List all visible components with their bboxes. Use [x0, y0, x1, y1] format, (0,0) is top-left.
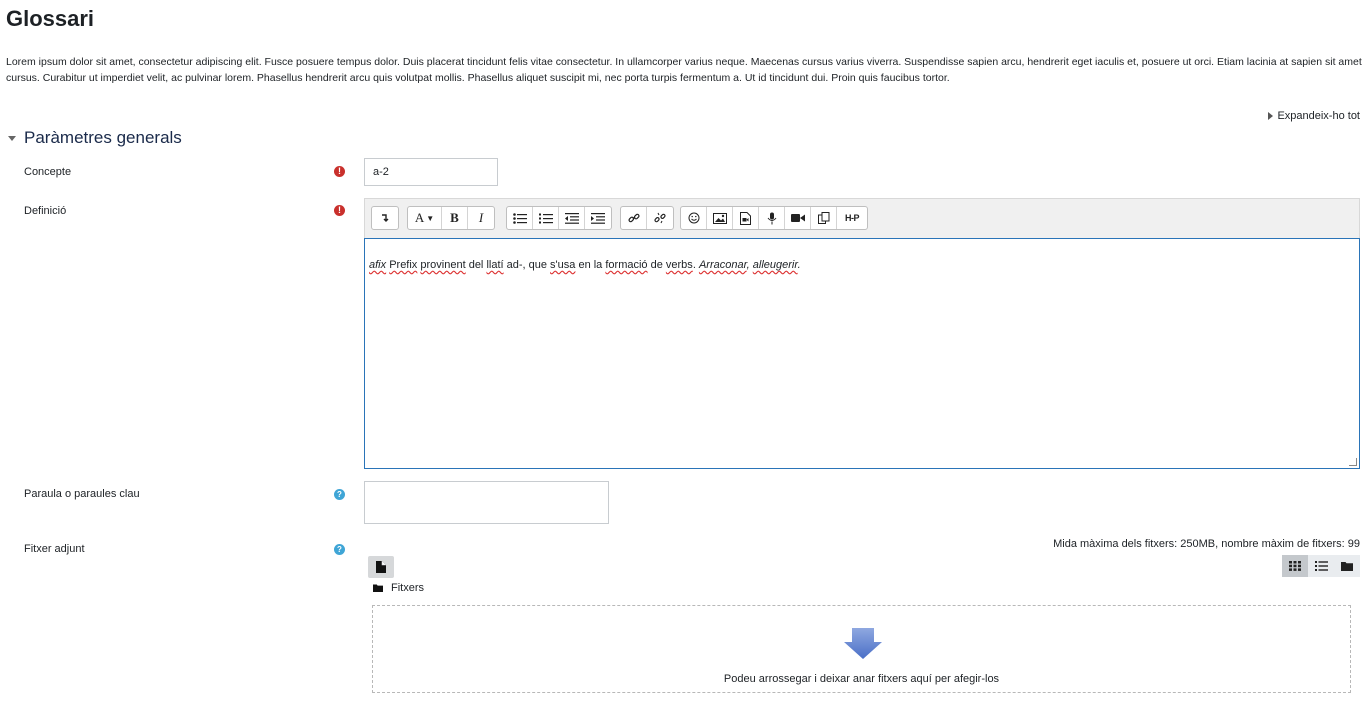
- collapse-icon[interactable]: [372, 207, 398, 229]
- concept-label: Concepte: [24, 166, 72, 178]
- expand-all-link[interactable]: Expandeix-ho tot: [1268, 110, 1360, 122]
- intro-text: Lorem ipsum dolor sit amet, consectetur …: [6, 56, 1362, 84]
- file-dropzone[interactable]: Podeu arrossegar i deixar anar fitxers a…: [372, 605, 1351, 693]
- help-icon[interactable]: ?: [334, 489, 345, 500]
- concept-input[interactable]: a-2: [364, 158, 498, 186]
- font-color-icon[interactable]: A ▼: [408, 207, 442, 229]
- view-switcher: [1282, 555, 1360, 577]
- list-view-icon[interactable]: [1308, 555, 1334, 577]
- unlink-icon[interactable]: [647, 207, 673, 229]
- editor-content: afix Prefix provinent del llatí ad-, que…: [369, 259, 801, 271]
- required-icon: !: [334, 166, 345, 177]
- concept-value: a-2: [373, 166, 389, 178]
- expand-all-label: Expandeix-ho tot: [1277, 110, 1360, 122]
- unordered-list-icon[interactable]: [507, 207, 533, 229]
- record-video-icon[interactable]: [785, 207, 811, 229]
- bold-icon[interactable]: B: [442, 207, 468, 229]
- grid-view-icon[interactable]: [1282, 555, 1308, 577]
- page-title: Glossari: [6, 6, 95, 31]
- folder-breadcrumb[interactable]: Fitxers: [373, 582, 424, 594]
- image-icon[interactable]: [707, 207, 733, 229]
- folder-name: Fitxers: [391, 582, 424, 594]
- outdent-icon[interactable]: [559, 207, 585, 229]
- required-icon: !: [334, 205, 345, 216]
- help-icon[interactable]: ?: [334, 544, 345, 555]
- attachment-label: Fitxer adjunt: [24, 543, 85, 555]
- max-file-info: Mida màxima dels fitxers: 250MB, nombre …: [1053, 538, 1360, 550]
- h5p-icon[interactable]: H-P: [837, 207, 867, 229]
- emoticon-icon[interactable]: [681, 207, 707, 229]
- record-audio-icon[interactable]: [759, 207, 785, 229]
- caret-right-icon: [1268, 112, 1274, 120]
- tree-view-icon[interactable]: [1334, 555, 1360, 577]
- folder-icon: [373, 584, 383, 592]
- toolbar-group: H-P: [680, 206, 868, 230]
- toolbar-group: [506, 206, 612, 230]
- manage-files-icon[interactable]: [811, 207, 837, 229]
- ordered-list-icon[interactable]: [533, 207, 559, 229]
- italic-icon[interactable]: I: [468, 207, 494, 229]
- section-header[interactable]: Paràmetres generals: [8, 128, 182, 148]
- file-icon: [376, 561, 386, 573]
- resize-handle[interactable]: [1349, 458, 1357, 466]
- definition-label: Definició: [24, 205, 67, 217]
- section-title: Paràmetres generals: [24, 128, 182, 147]
- editor-toolbar: A ▼ B I H-P: [364, 198, 1360, 238]
- down-arrow-icon: [844, 628, 882, 659]
- toolbar-group: [620, 206, 674, 230]
- add-file-button[interactable]: [368, 556, 394, 578]
- definition-editor[interactable]: afix Prefix provinent del llatí ad-, que…: [364, 238, 1360, 469]
- keywords-label: Paraula o paraules clau: [24, 488, 140, 500]
- toolbar-group: A ▼ B I: [407, 206, 495, 230]
- link-icon[interactable]: [621, 207, 647, 229]
- media-icon[interactable]: [733, 207, 759, 229]
- keywords-textarea[interactable]: [364, 481, 609, 524]
- indent-icon[interactable]: [585, 207, 611, 229]
- dropzone-text: Podeu arrossegar i deixar anar fitxers a…: [723, 673, 1000, 685]
- caret-down-icon: [8, 135, 16, 141]
- toolbar-group: [371, 206, 399, 230]
